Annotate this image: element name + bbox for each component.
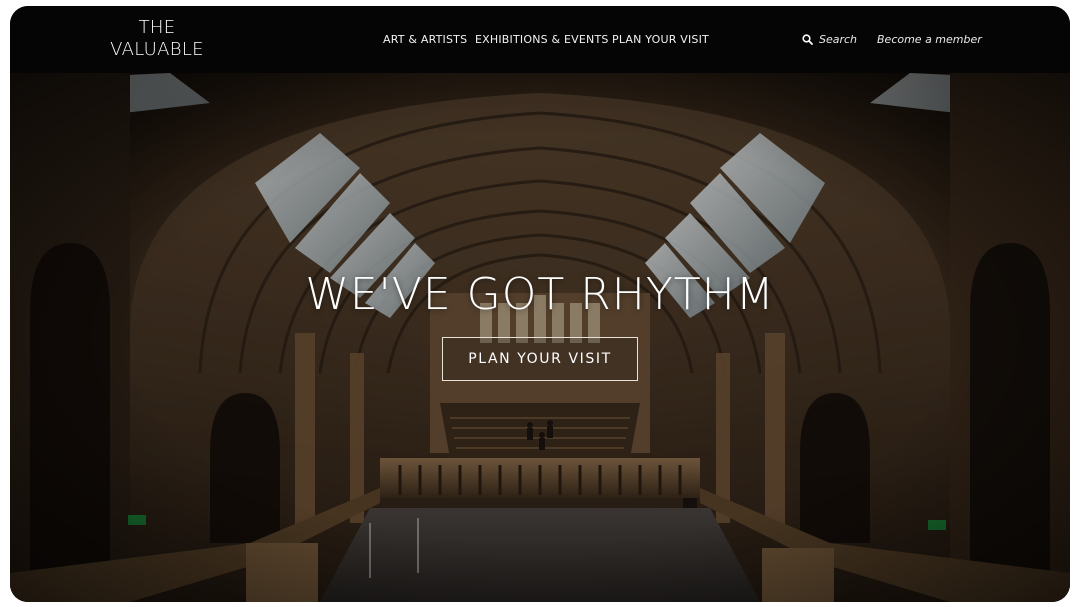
search-button[interactable]: Search [802, 33, 857, 46]
brand-line-2: VALUABLE [110, 39, 204, 60]
hero-section: WE'VE GOT RHYTHM PLAN YOUR VISIT [10, 73, 1070, 602]
nav-art-artists[interactable]: ART & ARTISTS [383, 33, 467, 46]
hero-title: WE'VE GOT RHYTHM [305, 269, 775, 320]
top-nav: THE VALUABLE ART & ARTISTS EXHIBITIONS &… [10, 6, 1070, 73]
become-member-link[interactable]: Become a member [877, 33, 982, 46]
brand-line-1: THE [138, 17, 176, 38]
search-icon [802, 34, 813, 45]
nav-plan-visit[interactable]: PLAN YOUR VISIT [612, 33, 709, 46]
browser-page: THE VALUABLE ART & ARTISTS EXHIBITIONS &… [10, 6, 1070, 602]
brand-logo[interactable]: THE VALUABLE [110, 17, 204, 61]
plan-visit-button[interactable]: PLAN YOUR VISIT [442, 337, 638, 381]
nav-exhibitions-events[interactable]: EXHIBITIONS & EVENTS [475, 33, 609, 46]
search-label: Search [819, 33, 858, 46]
